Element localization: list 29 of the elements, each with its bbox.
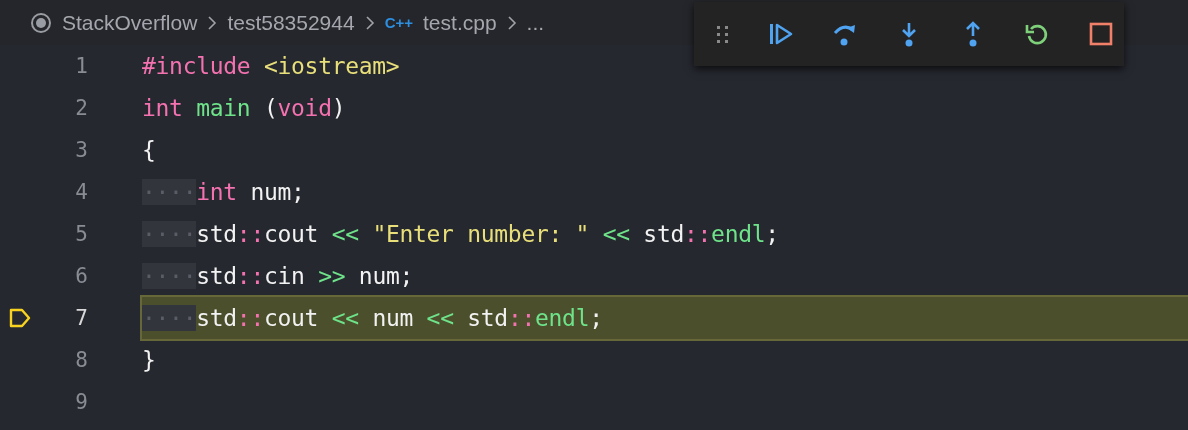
chevron-icon	[207, 14, 218, 31]
breadcrumb-item[interactable]: StackOverflow	[62, 10, 198, 35]
drag-handle-icon[interactable]	[716, 24, 730, 44]
continue-icon[interactable]	[768, 21, 794, 47]
breadcrumb-item[interactable]: test58352944	[227, 10, 355, 35]
code-line: {	[142, 136, 156, 165]
line-number: 2	[74, 96, 88, 120]
chevron-icon	[364, 14, 375, 31]
code-line: }	[142, 346, 156, 375]
stop-icon[interactable]	[1088, 21, 1114, 47]
code-line: int main (void)	[142, 94, 346, 123]
code-line: ····std::cin >> num;	[142, 262, 414, 291]
code-line: #include <iostream>	[142, 52, 400, 81]
breadcrumb-item[interactable]: ...	[526, 10, 545, 35]
line-number: 4	[74, 180, 88, 204]
line-number: 3	[74, 138, 88, 162]
line-number: 7	[74, 306, 88, 330]
code-line: ····std::cout << "Enter number: " << std::endl;	[142, 220, 779, 249]
code-line: ····int num;	[142, 178, 305, 207]
line-number: 5	[74, 222, 88, 246]
file-type-icon: C++	[384, 14, 414, 31]
line-number: 1	[74, 54, 88, 78]
breadcrumb-item[interactable]: test.cpp	[423, 10, 497, 35]
line-number: 8	[74, 348, 88, 372]
circle-dot-icon	[30, 11, 52, 34]
current-line-arrow-icon	[9, 308, 31, 328]
line-number: 6	[74, 264, 88, 288]
chevron-icon	[506, 14, 517, 31]
line-number: 9	[74, 390, 88, 414]
